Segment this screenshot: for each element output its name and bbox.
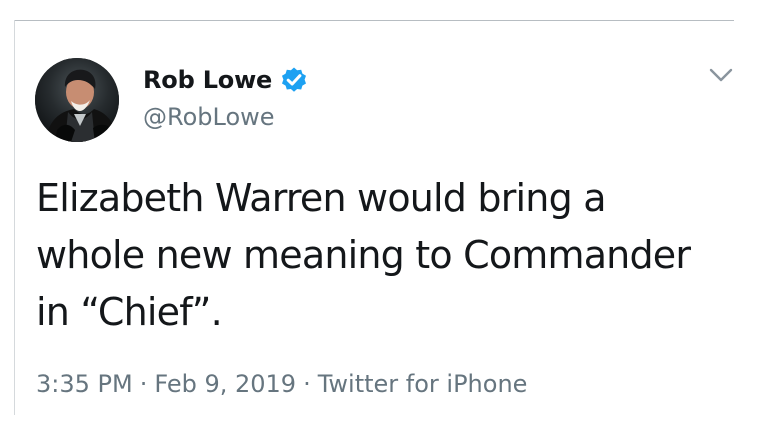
verified-badge-icon: [282, 67, 307, 92]
tweet-line: whole new meaning to Commander: [36, 233, 691, 277]
author-name[interactable]: Rob Lowe: [143, 65, 272, 95]
meta-separator: ·: [139, 370, 148, 398]
author-handle[interactable]: @RobLowe: [143, 102, 275, 132]
top-divider: [14, 20, 734, 21]
avatar[interactable]: [35, 58, 119, 142]
tweet-time[interactable]: 3:35 PM: [36, 369, 133, 399]
tweet-line: in “Chief”.: [36, 290, 223, 334]
avatar-photo: [35, 58, 119, 142]
tweet-text: Elizabeth Warren would bring a whole new…: [36, 170, 726, 341]
tweet-date[interactable]: Feb 9, 2019: [154, 369, 296, 399]
tweet-source[interactable]: Twitter for iPhone: [318, 369, 528, 399]
tweet-line: Elizabeth Warren would bring a: [36, 176, 606, 220]
author-name-row: Rob Lowe: [143, 63, 308, 97]
tweet-author: Rob Lowe @RobLowe: [143, 63, 613, 133]
left-edge-line: [14, 20, 15, 415]
tweet-meta: 3:35 PM · Feb 9, 2019 · Twitter for iPho…: [36, 369, 527, 399]
meta-separator: ·: [303, 370, 311, 398]
chevron-down-icon[interactable]: [708, 67, 734, 83]
